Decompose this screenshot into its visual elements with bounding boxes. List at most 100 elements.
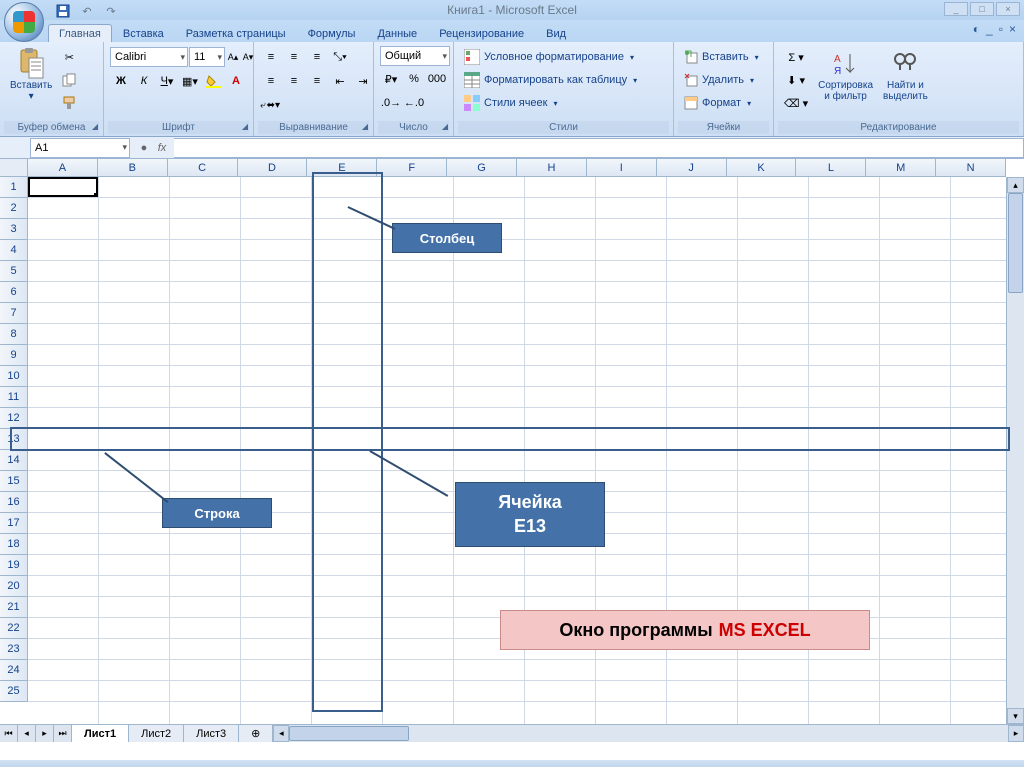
tab-insert[interactable]: Вставка bbox=[112, 24, 175, 42]
column-header[interactable]: M bbox=[866, 159, 936, 177]
indent-inc-icon[interactable]: ⇥ bbox=[352, 70, 374, 92]
font-size-combo[interactable]: 11 bbox=[189, 47, 225, 67]
hscroll-thumb[interactable] bbox=[289, 726, 409, 741]
paste-button[interactable]: Вставить ▾ bbox=[6, 46, 56, 104]
scroll-right-icon[interactable]: ▸ bbox=[1008, 725, 1024, 742]
percent-icon[interactable]: % bbox=[403, 68, 425, 90]
autosum-icon[interactable]: Σ ▾ bbox=[780, 46, 812, 68]
font-color-icon[interactable]: A bbox=[225, 70, 247, 92]
fill-color-icon[interactable] bbox=[202, 70, 224, 92]
sheet-first-icon[interactable]: ⏮ bbox=[0, 725, 18, 742]
column-header[interactable]: G bbox=[447, 159, 517, 177]
underline-button[interactable]: Ч▾ bbox=[156, 70, 178, 92]
merge-icon[interactable]: ⬌▾ bbox=[267, 94, 280, 116]
column-header[interactable]: D bbox=[238, 159, 308, 177]
fx-cancel-icon[interactable]: ● bbox=[136, 142, 152, 154]
row-header[interactable]: 6 bbox=[0, 282, 28, 303]
row-header[interactable]: 9 bbox=[0, 345, 28, 366]
number-format-combo[interactable]: Общий bbox=[380, 46, 450, 66]
format-cells-button[interactable]: Формат bbox=[680, 92, 763, 114]
italic-button[interactable]: К bbox=[133, 70, 155, 92]
column-header[interactable]: H bbox=[517, 159, 587, 177]
sheet-tab[interactable]: Лист3 bbox=[184, 725, 239, 742]
row-header[interactable]: 7 bbox=[0, 303, 28, 324]
row-header[interactable]: 15 bbox=[0, 471, 28, 492]
minimize-button[interactable]: _ bbox=[944, 2, 968, 16]
vscroll-thumb[interactable] bbox=[1008, 193, 1023, 293]
fx-icon[interactable]: fx bbox=[154, 142, 170, 154]
column-header[interactable]: A bbox=[28, 159, 98, 177]
row-header[interactable]: 14 bbox=[0, 450, 28, 471]
copy-icon[interactable] bbox=[58, 69, 80, 91]
align-middle-icon[interactable]: ≡ bbox=[283, 46, 305, 68]
inc-decimal-icon[interactable]: .0→ bbox=[380, 92, 402, 114]
dec-decimal-icon[interactable]: ←.0 bbox=[403, 92, 425, 114]
redo-icon[interactable]: ↷ bbox=[100, 0, 122, 22]
row-header[interactable]: 10 bbox=[0, 366, 28, 387]
row-header[interactable]: 19 bbox=[0, 555, 28, 576]
column-header[interactable]: I bbox=[587, 159, 657, 177]
bold-button[interactable]: Ж bbox=[110, 70, 132, 92]
ribbon-restore-icon[interactable]: ▫ bbox=[999, 22, 1003, 36]
format-as-table-button[interactable]: Форматировать как таблицу bbox=[460, 69, 641, 91]
sort-filter-button[interactable]: АЯ Сортировка и фильтр bbox=[814, 46, 877, 104]
tab-view[interactable]: Вид bbox=[535, 24, 577, 42]
office-button[interactable] bbox=[4, 2, 44, 42]
tab-home[interactable]: Главная bbox=[48, 24, 112, 42]
sheet-tab[interactable]: Лист1 bbox=[72, 725, 129, 742]
save-icon[interactable] bbox=[52, 0, 74, 22]
comma-icon[interactable]: 000 bbox=[426, 68, 448, 90]
row-header[interactable]: 17 bbox=[0, 513, 28, 534]
tab-data[interactable]: Данные bbox=[366, 24, 428, 42]
row-header[interactable]: 23 bbox=[0, 639, 28, 660]
cell-styles-button[interactable]: Стили ячеек bbox=[460, 92, 641, 114]
row-header[interactable]: 16 bbox=[0, 492, 28, 513]
row-header[interactable]: 24 bbox=[0, 660, 28, 681]
conditional-formatting-button[interactable]: Условное форматирование bbox=[460, 46, 641, 68]
row-header[interactable]: 4 bbox=[0, 240, 28, 261]
find-select-button[interactable]: Найти и выделить bbox=[879, 46, 932, 104]
delete-cells-button[interactable]: Удалить bbox=[680, 69, 763, 91]
maximize-button[interactable]: □ bbox=[970, 2, 994, 16]
format-painter-icon[interactable] bbox=[58, 92, 80, 114]
formula-input[interactable] bbox=[174, 138, 1024, 158]
clipboard-launcher[interactable]: ◢ bbox=[92, 122, 98, 131]
column-header[interactable]: F bbox=[377, 159, 447, 177]
help-icon[interactable]: ◐ bbox=[973, 22, 980, 36]
align-center-icon[interactable]: ≡ bbox=[283, 70, 305, 92]
shrink-font-icon[interactable]: A▾ bbox=[241, 46, 255, 68]
select-all-corner[interactable] bbox=[0, 159, 28, 177]
row-header[interactable]: 8 bbox=[0, 324, 28, 345]
cut-icon[interactable]: ✂ bbox=[58, 46, 80, 68]
indent-dec-icon[interactable]: ⇤ bbox=[329, 70, 351, 92]
fill-icon[interactable]: ⬇ ▾ bbox=[780, 69, 812, 91]
column-header[interactable]: L bbox=[796, 159, 866, 177]
grow-font-icon[interactable]: A▴ bbox=[226, 46, 240, 68]
scroll-down-icon[interactable]: ▾ bbox=[1007, 708, 1024, 724]
ribbon-close-icon[interactable]: × bbox=[1009, 22, 1016, 36]
sheet-next-icon[interactable]: ▸ bbox=[36, 725, 54, 742]
tab-review[interactable]: Рецензирование bbox=[428, 24, 535, 42]
active-cell[interactable] bbox=[28, 177, 98, 197]
row-header[interactable]: 21 bbox=[0, 597, 28, 618]
name-box[interactable]: A1 bbox=[30, 138, 130, 158]
orientation-icon[interactable]: ⤡▾ bbox=[329, 46, 351, 68]
close-button[interactable]: × bbox=[996, 2, 1020, 16]
row-header[interactable]: 20 bbox=[0, 576, 28, 597]
column-header[interactable]: J bbox=[657, 159, 727, 177]
row-header[interactable]: 22 bbox=[0, 618, 28, 639]
sheet-prev-icon[interactable]: ◂ bbox=[18, 725, 36, 742]
align-bottom-icon[interactable]: ≡ bbox=[306, 46, 328, 68]
number-launcher[interactable]: ◢ bbox=[442, 122, 448, 131]
tab-page-layout[interactable]: Разметка страницы bbox=[175, 24, 297, 42]
row-header[interactable]: 18 bbox=[0, 534, 28, 555]
sheet-last-icon[interactable]: ⏭ bbox=[54, 725, 72, 742]
ribbon-min-icon[interactable]: _ bbox=[986, 22, 993, 36]
row-header[interactable]: 12 bbox=[0, 408, 28, 429]
horizontal-scrollbar[interactable]: ◂ ▸ bbox=[273, 724, 1024, 742]
row-header[interactable]: 1 bbox=[0, 177, 28, 198]
align-left-icon[interactable]: ≡ bbox=[260, 70, 282, 92]
border-icon[interactable]: ▦▾ bbox=[179, 70, 201, 92]
alignment-launcher[interactable]: ◢ bbox=[362, 122, 368, 131]
column-header[interactable]: K bbox=[727, 159, 797, 177]
